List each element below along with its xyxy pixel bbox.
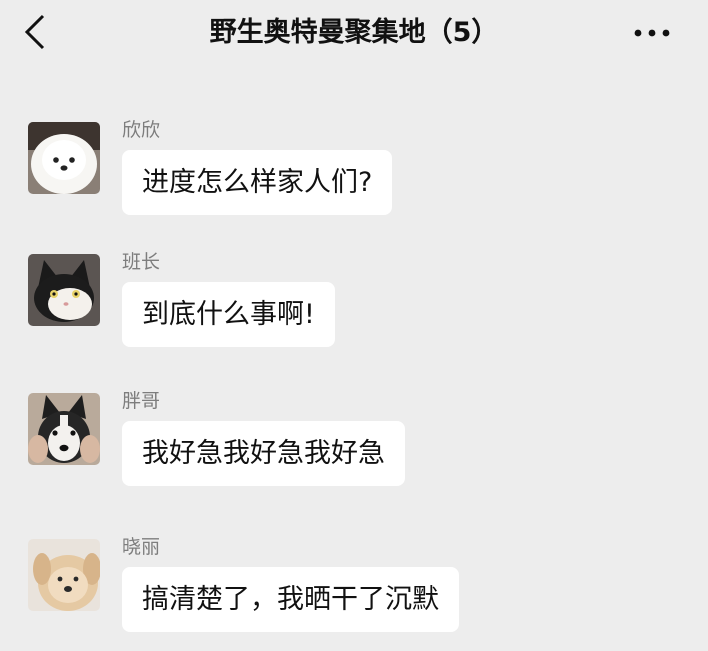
avatar[interactable] [28,393,100,465]
message-bubble[interactable]: 进度怎么样家人们? [122,150,393,215]
more-options-button[interactable] [628,14,676,52]
golden-puppy-avatar [28,539,100,611]
chat-header: 野生奥特曼聚集地（5） [0,0,708,68]
sender-name: 欣欣 [122,119,161,141]
husky-avatar [28,393,100,465]
message-bubble[interactable]: 搞清楚了，我晒干了沉默 [122,567,459,632]
white-pomeranian-avatar [28,122,100,194]
sender-name: 班长 [122,251,161,273]
avatar[interactable] [28,122,100,194]
more-horizontal-icon [634,29,670,37]
sender-name: 晓丽 [122,536,161,558]
black-white-cat-avatar [28,254,100,326]
avatar[interactable] [28,539,100,611]
sender-name: 胖哥 [122,390,161,412]
avatar[interactable] [28,254,100,326]
chat-title: 野生奥特曼聚集地（5） [209,17,499,48]
message-bubble[interactable]: 我好急我好急我好急 [122,421,405,486]
message-bubble[interactable]: 到底什么事啊! [122,282,335,347]
